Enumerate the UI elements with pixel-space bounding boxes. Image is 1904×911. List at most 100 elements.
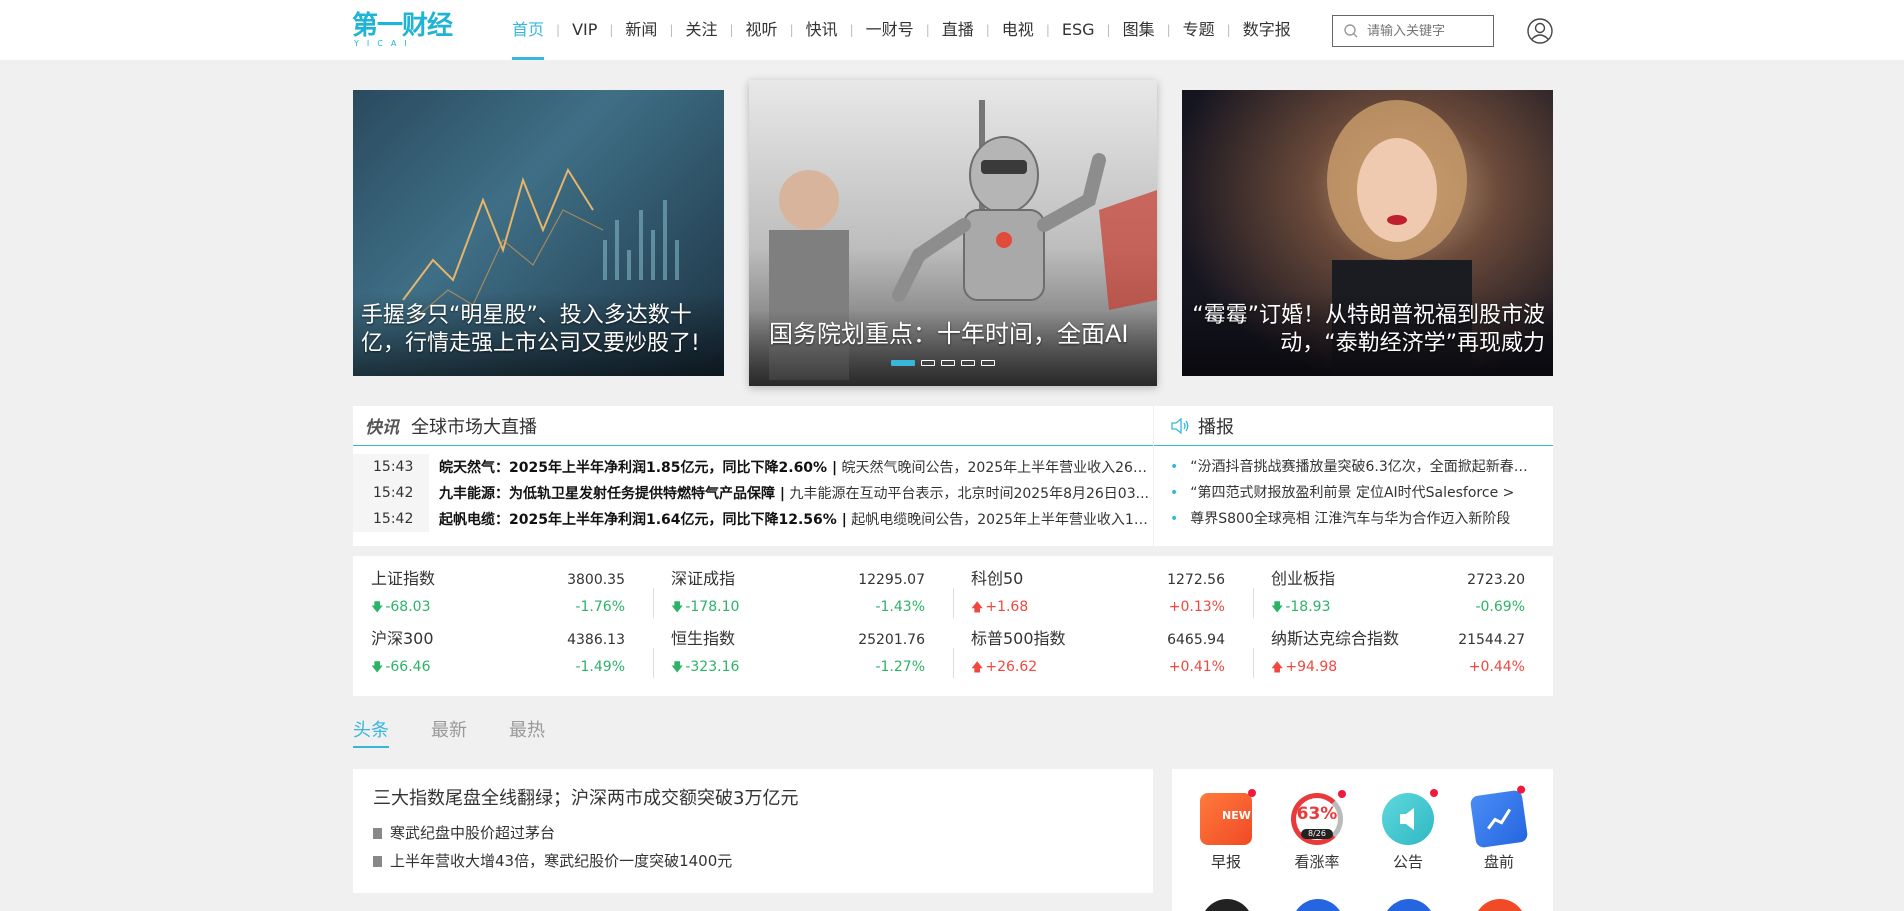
search-icon: [1344, 24, 1358, 38]
carousel-dot-1[interactable]: [891, 360, 915, 366]
live-item[interactable]: 15:42 起帆电缆：2025年上半年净利润1.64亿元，同比下降12.56% …: [353, 506, 1153, 532]
index-shanghai[interactable]: 上证指数 3800.35 🡇 -68.03 -1.76%: [353, 566, 653, 626]
divider: [953, 588, 954, 618]
tool-label: 早报: [1210, 853, 1241, 871]
tool-morning-news[interactable]: NEW 早报: [1186, 789, 1266, 872]
site-logo[interactable]: 第一财经 YICAI: [352, 12, 456, 48]
market-indices: 上证指数 3800.35 🡇 -68.03 -1.76% 深证成指 12295.07 🡇…: [353, 556, 1553, 696]
search-input[interactable]: [1367, 23, 1487, 39]
user-icon[interactable]: [1527, 18, 1553, 44]
carousel-slide-right[interactable]: “霉霉”订婚！从特朗普祝福到股市波动，“泰勒经济学”再现威力: [1182, 90, 1553, 376]
divider: [653, 588, 654, 618]
nav-home[interactable]: 首页: [500, 0, 556, 60]
live-panel-header: 快讯 全球市场大直播: [353, 406, 1153, 446]
notification-dot: [1516, 785, 1526, 795]
tab-hottest[interactable]: 最热: [509, 716, 545, 750]
bullish-rate-icon: 63% 8/26: [1291, 790, 1346, 845]
nav-news[interactable]: 新闻: [613, 0, 669, 60]
index-shenzhen[interactable]: 深证成指 12295.07 🡇 -178.10 -1.43%: [653, 566, 953, 626]
carousel-slide-center[interactable]: 国务院划重点：十年时间，全面AI: [749, 80, 1157, 386]
broadcast-panel: 播报 “汾酒抖音挑战赛播放量突破6.3亿次，全面掀起新春清... “第四范式财报…: [1153, 406, 1553, 546]
slide-caption: 手握多只“明星股”、投入多达数十亿，行情走强上市公司又要炒股了!: [353, 292, 724, 376]
index-change: -68.03: [385, 599, 431, 615]
site-header: 第一财经 YICAI 首页 | VIP | 新闻 | 关注 | 视听 | 快讯 …: [0, 0, 1904, 60]
live-item-body: 皖天然气晚间公告，2025年上半年营业收入26.74...: [837, 460, 1150, 476]
tool-icon-partial: [1383, 899, 1435, 911]
live-item-time: 15:43: [353, 454, 429, 480]
tool-icon-partial: [1292, 899, 1344, 911]
tab-latest[interactable]: 最新: [431, 716, 467, 750]
notification-dot: [1430, 789, 1438, 797]
carousel-dot-5[interactable]: [981, 360, 995, 366]
index-name: 沪深300: [371, 629, 434, 648]
headline-sub-item[interactable]: 寒武纪盘中股价超过茅台: [373, 819, 1133, 847]
index-change: -66.46: [385, 659, 431, 675]
tool-icon-partial: [1474, 899, 1526, 911]
tool-premarket[interactable]: 盘前: [1459, 785, 1539, 872]
headline-sub-text: 上半年营收大增43倍，寒武纪股价一度突破1400元: [390, 852, 733, 870]
live-panel-title[interactable]: 全球市场大直播: [411, 413, 537, 439]
live-item[interactable]: 15:42 九丰能源：为低轨卫星发射任务提供特燃特气产品保障 | 九丰能源在互动…: [353, 480, 1153, 506]
live-item-time: 15:42: [353, 506, 429, 532]
broadcast-header: 播报: [1154, 406, 1553, 446]
tool-label: 盘前: [1483, 853, 1514, 871]
live-item-text: 九丰能源：为低轨卫星发射任务提供特燃特气产品保障 | 九丰能源在互动平台表示，北…: [429, 483, 1149, 503]
nav-flash[interactable]: 快讯: [794, 0, 850, 60]
index-sp500[interactable]: 标普500指数 6465.94 🡅 +26.62 +0.41%: [953, 626, 1253, 686]
carousel-dot-3[interactable]: [941, 360, 955, 366]
index-pct: -0.69%: [1475, 599, 1525, 615]
arrow-up-icon: 🡅: [1271, 660, 1284, 674]
broadcast-item[interactable]: “汾酒抖音挑战赛播放量突破6.3亿次，全面掀起新春清...: [1170, 454, 1541, 480]
nav-topics[interactable]: 专题: [1171, 0, 1227, 60]
document-icon: [373, 827, 382, 839]
index-change: -323.16: [685, 659, 740, 675]
logo-text: 第一财经: [352, 11, 453, 41]
index-star50[interactable]: 科创50 1272.56 🡅 +1.68 +0.13%: [953, 566, 1253, 626]
index-hangseng[interactable]: 恒生指数 25201.76 🡇 -323.16 -1.27%: [653, 626, 953, 686]
index-name: 科创50: [971, 569, 1024, 588]
index-chinext[interactable]: 创业板指 2723.20 🡇 -18.93 -0.69%: [1253, 566, 1553, 626]
index-pct: -1.27%: [875, 659, 925, 675]
nav-vip[interactable]: VIP: [560, 0, 609, 60]
nav-gallery[interactable]: 图集: [1111, 0, 1167, 60]
tool-label: 看涨率: [1294, 853, 1340, 871]
nav-yicai-hao[interactable]: 一财号: [854, 0, 926, 60]
carousel-slide-left[interactable]: 手握多只“明星股”、投入多达数十亿，行情走强上市公司又要炒股了!: [353, 90, 724, 376]
nav-esg[interactable]: ESG: [1050, 0, 1107, 60]
tool-announcement[interactable]: 公告: [1368, 789, 1448, 872]
tab-headlines[interactable]: 头条: [353, 716, 389, 750]
index-nasdaq[interactable]: 纳斯达克综合指数 21544.27 🡅 +94.98 +0.44%: [1253, 626, 1553, 686]
index-name: 创业板指: [1271, 569, 1336, 588]
index-value: 21544.27: [1458, 632, 1525, 648]
notification-dot: [1338, 790, 1346, 798]
premarket-icon: [1469, 785, 1529, 849]
broadcast-item[interactable]: “第四范式财报放盈利前景 定位AI时代Salesforce >: [1170, 480, 1541, 506]
index-pct: +0.13%: [1168, 599, 1225, 615]
nav-video[interactable]: 视听: [734, 0, 790, 60]
nav-tv[interactable]: 电视: [990, 0, 1046, 60]
index-csi300[interactable]: 沪深300 4386.13 🡇 -66.46 -1.49%: [353, 626, 653, 686]
bullish-rate-date: 8/26: [1301, 829, 1333, 839]
nav-follow[interactable]: 关注: [673, 0, 729, 60]
tool-bullish-rate[interactable]: 63% 8/26 看涨率: [1277, 790, 1357, 872]
headline-card: 三大指数尾盘全线翻绿；沪深两市成交额突破3万亿元 寒武纪盘中股价超过茅台 上半年…: [353, 769, 1153, 893]
bullish-rate-value: 63%: [1296, 804, 1338, 824]
nav-live[interactable]: 直播: [930, 0, 986, 60]
live-item-headline: 起帆电缆：2025年上半年净利润1.64亿元，同比下降12.56% |: [439, 512, 847, 528]
live-market-panel: 快讯 全球市场大直播 15:43 皖天然气：2025年上半年净利润1.85亿元，…: [353, 406, 1153, 546]
document-icon: [373, 855, 382, 867]
arrow-up-icon: 🡅: [971, 600, 984, 614]
live-item[interactable]: 15:43 皖天然气：2025年上半年净利润1.85亿元，同比下降2.60% |…: [353, 454, 1153, 480]
index-change: +94.98: [1285, 659, 1338, 675]
nav-digital-paper[interactable]: 数字报: [1231, 0, 1303, 60]
index-value: 2723.20: [1467, 572, 1525, 588]
carousel-dot-4[interactable]: [961, 360, 975, 366]
divider: [953, 648, 954, 678]
divider: [1253, 648, 1254, 678]
headline-sub-item[interactable]: 上半年营收大增43倍，寒武纪股价一度突破1400元: [373, 847, 1133, 875]
broadcast-item[interactable]: 尊界S800全球亮相 江淮汽车与华为合作迈入新阶段: [1170, 506, 1541, 532]
search-box[interactable]: [1332, 15, 1494, 47]
arrow-down-icon: 🡇: [371, 600, 384, 614]
carousel-dot-2[interactable]: [921, 360, 935, 366]
headline-title[interactable]: 三大指数尾盘全线翻绿；沪深两市成交额突破3万亿元: [373, 787, 1133, 811]
